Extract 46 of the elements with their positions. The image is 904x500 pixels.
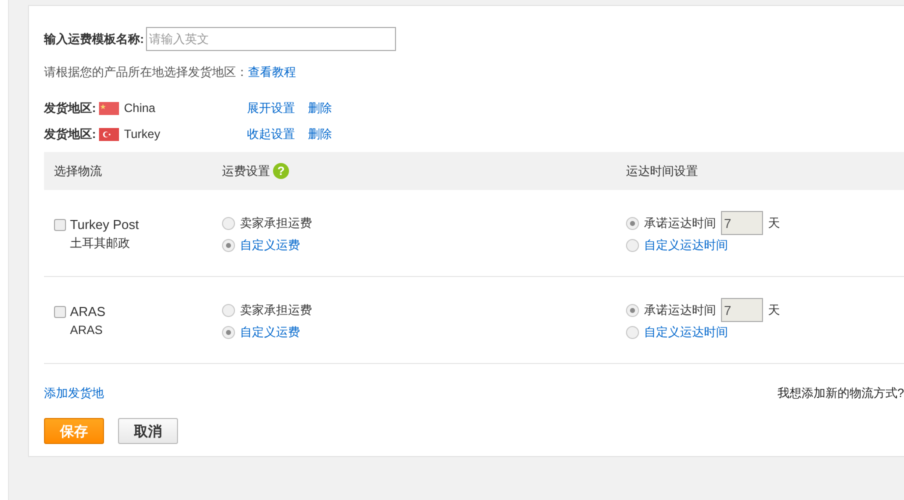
option-link[interactable]: 自定义运费 — [240, 323, 300, 341]
radio-button[interactable] — [626, 216, 639, 230]
cancel-button[interactable]: 取消 — [118, 418, 178, 444]
column-header: 运费设置 — [222, 163, 270, 180]
region-label: 发货地区: — [44, 126, 96, 143]
turkey-flag-icon — [99, 128, 119, 140]
country-name: China — [124, 100, 156, 117]
hint-text: 请根据您的产品所在地选择发货地区： — [44, 64, 248, 81]
template-name-label: 输入运费模板名称: — [44, 31, 144, 48]
checkbox[interactable] — [54, 219, 66, 231]
region-label: 发货地区: — [44, 100, 96, 117]
carrier-name: ARAS — [70, 303, 106, 321]
days-unit: 天 — [768, 302, 780, 319]
toggle-settings-link[interactable]: 收起设置 — [247, 125, 308, 143]
checkbox[interactable] — [54, 306, 66, 318]
delete-link[interactable]: 删除 — [308, 125, 332, 143]
radio-button[interactable] — [222, 326, 235, 338]
tutorial-link[interactable]: 查看教程 — [248, 63, 296, 81]
option-link[interactable]: 自定义运费 — [240, 236, 300, 254]
column-header: 运达时间设置 — [626, 163, 698, 180]
radio-button[interactable] — [222, 238, 235, 252]
days-field[interactable]: 7 — [721, 211, 763, 235]
carrier-local-name: ARAS — [70, 322, 104, 339]
country-name: Turkey — [124, 126, 160, 143]
delete-link[interactable]: 删除 — [308, 99, 332, 117]
days-field[interactable]: 7 — [721, 298, 763, 322]
option-label: 承诺运达时间 — [644, 302, 716, 319]
column-header: 选择物流 — [54, 163, 103, 180]
option-label: 承诺运达时间 — [644, 215, 716, 232]
option-label: 卖家承担运费 — [240, 302, 312, 319]
add-region-link[interactable]: 添加发货地 — [44, 384, 104, 402]
option-link[interactable]: 自定义运达时间 — [644, 323, 728, 341]
radio-button[interactable] — [626, 238, 639, 252]
option-link[interactable]: 自定义运达时间 — [644, 236, 728, 254]
radio-button[interactable] — [222, 216, 235, 230]
china-flag-icon — [99, 102, 119, 114]
toggle-settings-link[interactable]: 展开设置 — [247, 99, 308, 117]
option-label: 卖家承担运费 — [240, 215, 312, 232]
carrier-name: Turkey Post — [70, 216, 139, 234]
new-method-link[interactable]: 我想添加新的物流方式? — [777, 384, 904, 402]
radio-button[interactable] — [626, 326, 639, 338]
radio-button[interactable] — [626, 304, 639, 316]
radio-button[interactable] — [222, 304, 235, 316]
days-unit: 天 — [768, 215, 780, 232]
carrier-local-name: 土耳其邮政 — [70, 235, 131, 252]
template-name-field[interactable]: 请输入英文 — [146, 27, 396, 51]
